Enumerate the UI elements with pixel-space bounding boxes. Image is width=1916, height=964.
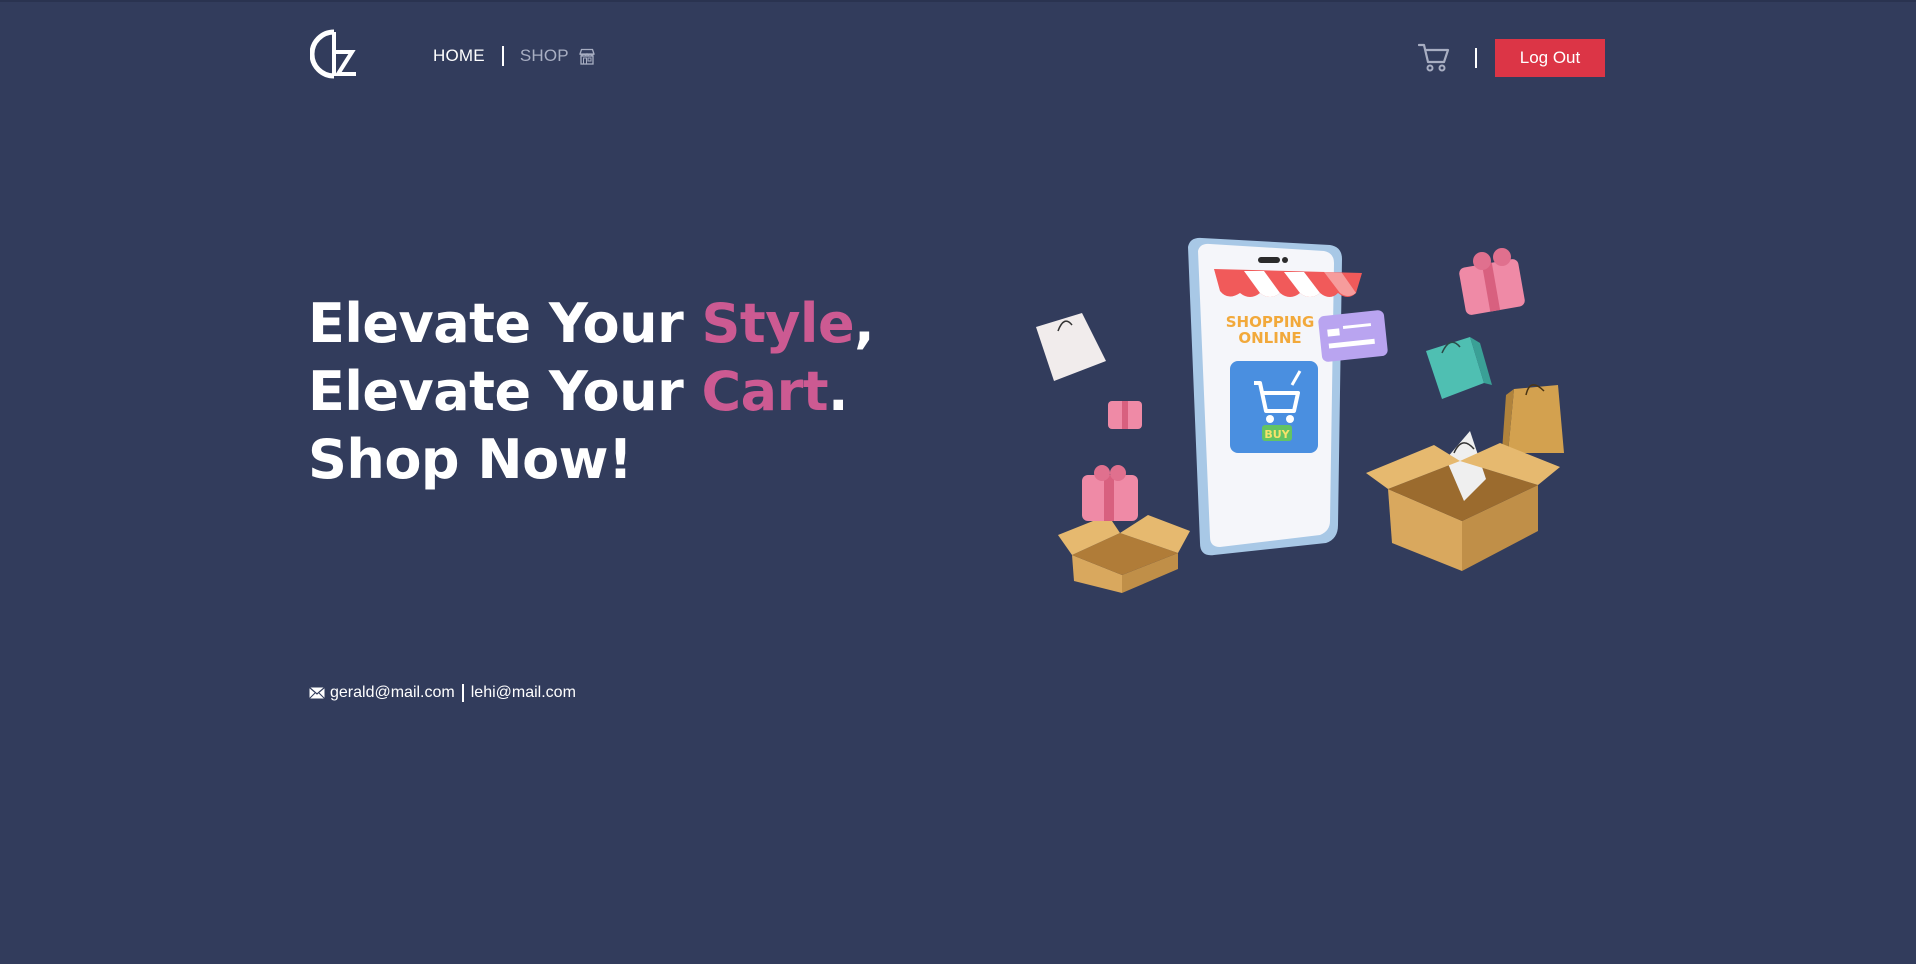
gift-top-right-icon [1459, 248, 1525, 315]
hero-line-1-punct: , [854, 292, 875, 355]
buy-label: BUY [1264, 428, 1290, 441]
email-link-1[interactable]: gerald@mail.com [330, 684, 455, 702]
hero-accent-cart: Cart [701, 360, 829, 423]
nav-divider [501, 46, 504, 66]
hero-headline: Elevate Your Style, Elevate Your Cart. S… [308, 290, 875, 494]
hero-line-2: Elevate Your Cart. [308, 358, 874, 426]
hero-line-2-text: Elevate Your [308, 360, 702, 423]
nav-shop-label: SHOP [519, 46, 569, 65]
credit-card-icon [1318, 310, 1388, 362]
hero-line-1: Elevate Your Style, [308, 290, 875, 358]
sign-line-2: ONLINE [1238, 329, 1301, 347]
nav-links: HOME SHOP [433, 46, 596, 66]
gold-bag-icon [1502, 384, 1564, 453]
hero-line-2-punct: . [828, 360, 849, 423]
gift-icon [1082, 465, 1138, 521]
logout-button[interactable]: Log Out [1495, 39, 1605, 77]
nav-home-link[interactable]: HOME [433, 46, 485, 66]
hero-accent-style: Style [701, 292, 855, 355]
mail-icon [309, 687, 325, 699]
hero-line-1-text: Elevate Your [308, 292, 702, 355]
shopping-illustration: SHOPPING ONLINE BUY [1036, 237, 1564, 593]
box-small-icon [1058, 515, 1190, 593]
shopping-bag-icon [1036, 313, 1106, 381]
contact-info: gerald@mail.com lehi@mail.com [309, 684, 576, 702]
cart-icon[interactable] [1418, 42, 1450, 72]
logo-icon[interactable] [310, 28, 360, 80]
phone-icon: SHOPPING ONLINE BUY [1188, 237, 1362, 556]
navbar: HOME SHOP Log Out [0, 0, 1916, 116]
nav-right-divider [1475, 48, 1477, 68]
teal-bag-icon [1426, 337, 1492, 399]
email-link-2[interactable]: lehi@mail.com [471, 684, 576, 702]
contact-divider [461, 684, 464, 702]
hero-line-3: Shop Now! [308, 428, 633, 491]
nav-shop-link[interactable]: SHOP [520, 46, 596, 66]
small-gift-icon [1108, 401, 1142, 429]
store-icon [578, 48, 595, 65]
page: HOME SHOP Log Out Elevate Your Style, El… [0, 0, 1916, 964]
